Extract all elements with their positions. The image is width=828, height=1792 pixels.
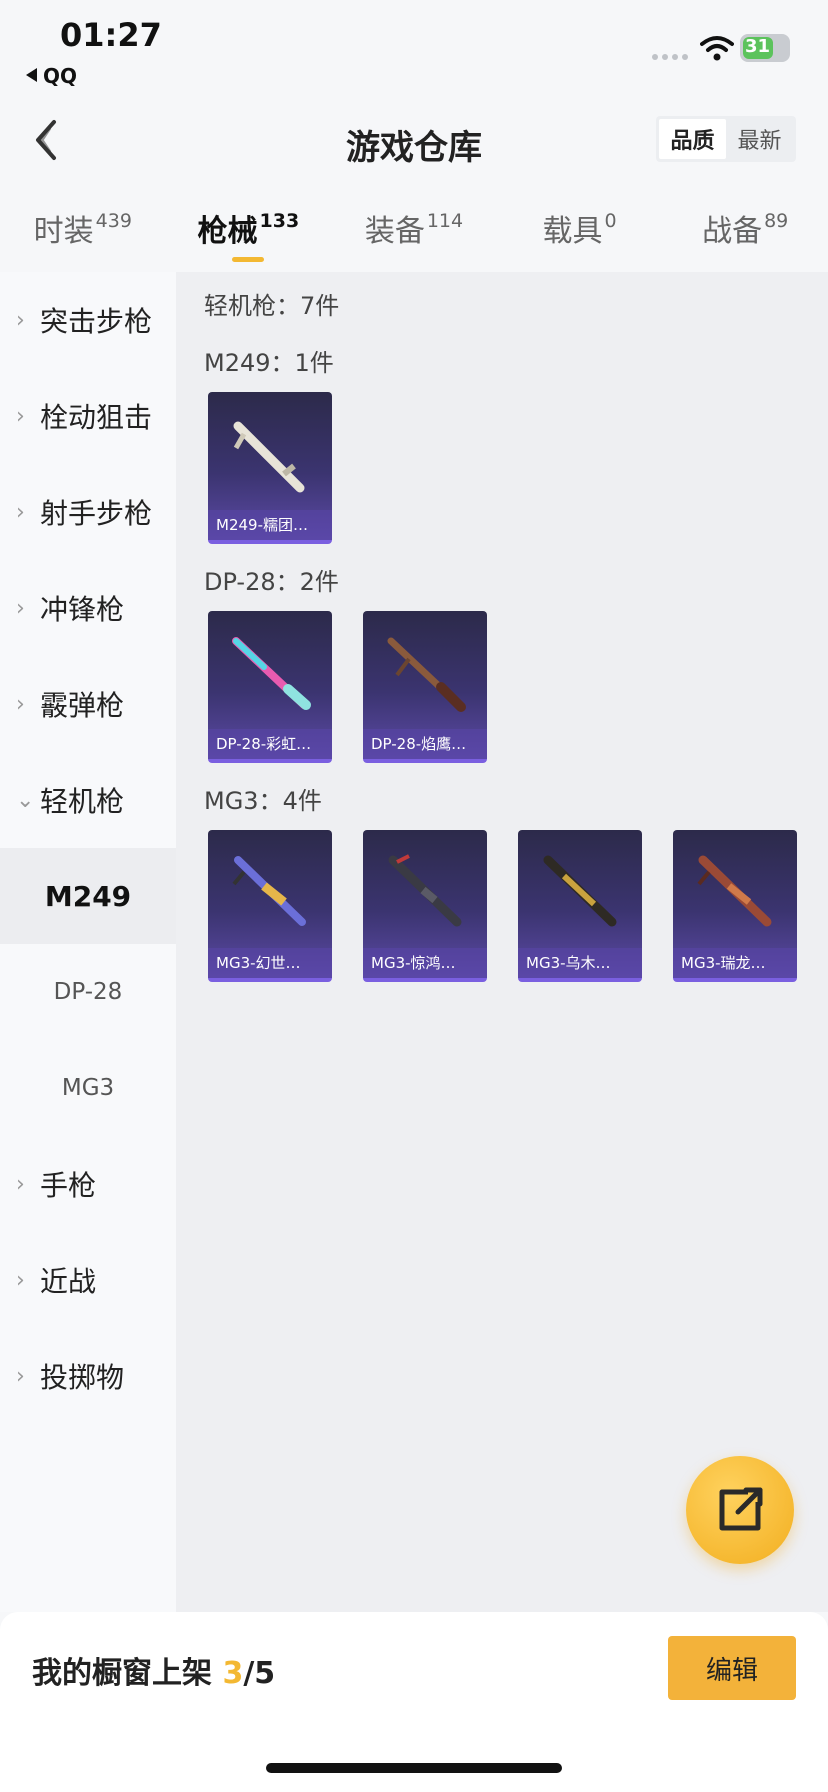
status-time: 01:27 [60, 16, 162, 54]
chevron-right-icon: › [16, 1363, 25, 1389]
sidebar-item-lmg[interactable]: ⌄ 轻机枪 [0, 752, 176, 848]
sidebar-item-label: 轻机枪 [40, 785, 125, 818]
sidebar-item-pistol[interactable]: › 手枪 [0, 1136, 176, 1232]
sidebar-item-throwable[interactable]: › 投掷物 [0, 1328, 176, 1424]
tab-label: 战备 [702, 214, 763, 249]
back-app-label: QQ [43, 64, 78, 88]
sort-newest-button[interactable]: 最新 [726, 119, 793, 159]
sidebar-item-bolt-sniper[interactable]: › 栓动狙击 [0, 368, 176, 464]
tab-supplies[interactable]: 战备 89 [662, 190, 828, 272]
tab-count: 133 [259, 210, 300, 232]
gun-image-icon [232, 637, 311, 710]
card-row-dp28: DP-28-彩虹… DP-28-焰鹰… [208, 611, 828, 763]
back-triangle-icon [26, 68, 37, 82]
sidebar-item-label: 栓动狙击 [40, 401, 153, 434]
chevron-right-icon: › [16, 595, 25, 621]
category-header: 轻机枪：7件 [204, 292, 340, 320]
tab-equipment[interactable]: 装备 114 [331, 190, 497, 272]
category-tabs: 时装 439 枪械 133 装备 114 载具 0 战备 89 [0, 190, 828, 272]
item-name: DP-28-焰鹰… [363, 729, 487, 759]
group-title-mg3: MG3：4件 [204, 787, 322, 815]
showcase-label: 我的橱窗上架 [32, 1656, 223, 1691]
tab-label: 装备 [364, 214, 425, 249]
tab-label: 枪械 [197, 214, 258, 249]
item-name: MG3-瑞龙… [673, 948, 797, 978]
sort-toggle: 品质 最新 [656, 116, 796, 162]
gun-image-icon [388, 854, 462, 927]
item-card[interactable]: MG3-乌木… [518, 830, 642, 982]
sidebar-item-smg[interactable]: › 冲锋枪 [0, 560, 176, 656]
content-panel: 轻机枪：7件 M249：1件 M249-糯团… DP-28：2件 DP-28-彩… [176, 272, 828, 1612]
chevron-right-icon: › [16, 1267, 25, 1293]
tab-label: 载具 [542, 214, 603, 249]
signal-icon [652, 54, 688, 60]
gun-image-icon [232, 856, 306, 926]
chevron-right-icon: › [16, 691, 25, 717]
item-card[interactable]: M249-糯团… [208, 392, 332, 544]
sidebar-item-label: 投掷物 [40, 1361, 125, 1394]
item-card[interactable]: MG3-幻世… [208, 830, 332, 982]
card-row-mg3: MG3-幻世… MG3-惊鸿… MG3-乌木… MG3-瑞龙… [208, 830, 828, 982]
battery-text: 31 [745, 36, 771, 57]
item-card[interactable]: MG3-瑞龙… [673, 830, 797, 982]
status-bar: 01:27 QQ 31 [0, 0, 828, 92]
item-card[interactable]: DP-28-焰鹰… [363, 611, 487, 763]
sidebar-item-label: 射手步枪 [40, 497, 153, 530]
item-name: MG3-幻世… [208, 948, 332, 978]
chevron-right-icon: › [16, 499, 25, 525]
tab-count: 439 [95, 210, 132, 232]
tab-label: 时装 [33, 214, 94, 249]
tab-count: 0 [604, 210, 617, 232]
item-name: MG3-惊鸿… [363, 948, 487, 978]
card-row-m249: M249-糯团… [208, 392, 828, 544]
tab-guns[interactable]: 枪械 133 [166, 190, 332, 272]
showcase-current-count: 3 [222, 1656, 244, 1691]
sidebar-subitem-dp28[interactable]: DP-28 [0, 944, 176, 1040]
sidebar-item-shotgun[interactable]: › 霰弹枪 [0, 656, 176, 752]
sidebar-item-label: 近战 [40, 1265, 97, 1298]
sidebar-item-label: 突击步枪 [40, 305, 153, 338]
showcase-status: 我的橱窗上架 3/5 [32, 1648, 275, 1692]
item-card[interactable]: DP-28-彩虹… [208, 611, 332, 763]
item-name: MG3-乌木… [518, 948, 642, 978]
sidebar-item-assault-rifle[interactable]: › 突击步枪 [0, 272, 176, 368]
chevron-right-icon: › [16, 307, 25, 333]
chevron-right-icon: › [16, 403, 25, 429]
sidebar: › 突击步枪 › 栓动狙击 › 射手步枪 › 冲锋枪 › 霰弹枪 ⌄ 轻机枪 M249 DP… [0, 272, 176, 1612]
item-card[interactable]: MG3-惊鸿… [363, 830, 487, 982]
group-title-m249: M249：1件 [204, 349, 334, 377]
chevron-down-icon: ⌄ [16, 787, 35, 813]
chevron-right-icon: › [16, 1171, 25, 1197]
nav-bar: 游戏仓库 品质 最新 [0, 92, 828, 188]
battery-icon: 31 [740, 34, 790, 62]
sidebar-subitem-mg3[interactable]: MG3 [0, 1040, 176, 1136]
wifi-icon [700, 36, 734, 61]
gun-image-icon [233, 421, 305, 493]
share-button[interactable] [686, 1456, 794, 1564]
tab-fashion[interactable]: 时装 439 [0, 190, 166, 272]
group-title-dp28: DP-28：2件 [204, 568, 339, 596]
sidebar-subitem-m249[interactable]: M249 [0, 848, 176, 944]
gun-image-icon [697, 855, 772, 927]
sidebar-item-marksman-rifle[interactable]: › 射手步枪 [0, 464, 176, 560]
tab-underline [232, 257, 265, 262]
tab-vehicles[interactable]: 载具 0 [497, 190, 663, 272]
gun-image-icon [543, 855, 617, 927]
tab-count: 114 [426, 210, 464, 232]
sort-quality-button[interactable]: 品质 [659, 119, 726, 159]
back-to-app-link[interactable]: QQ [26, 64, 77, 88]
item-name: M249-糯团… [208, 510, 332, 540]
sidebar-item-label: 手枪 [40, 1169, 97, 1202]
edit-button[interactable]: 编辑 [668, 1636, 796, 1700]
item-name: DP-28-彩虹… [208, 729, 332, 759]
gun-image-icon [387, 637, 466, 712]
home-indicator[interactable] [266, 1763, 562, 1773]
sidebar-item-label: 冲锋枪 [40, 593, 125, 626]
tab-count: 89 [764, 210, 789, 232]
sidebar-item-melee[interactable]: › 近战 [0, 1232, 176, 1328]
sidebar-item-label: 霰弹枪 [40, 689, 125, 722]
showcase-total-count: /5 [243, 1656, 276, 1691]
share-external-icon [719, 1487, 763, 1531]
